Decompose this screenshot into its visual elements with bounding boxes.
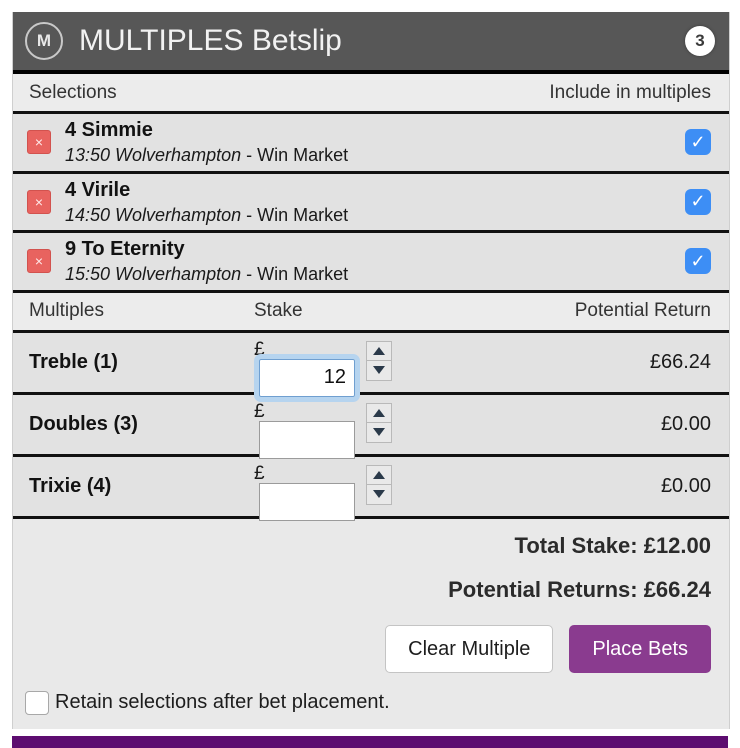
selection-details: 4 Virile 14:50 Wolverhampton - Win Marke… <box>65 178 685 227</box>
stake-input-wrapper[interactable] <box>259 420 355 459</box>
screen: M MULTIPLES Betslip 3 Selections Include… <box>0 0 740 748</box>
remove-selection-icon[interactable]: × <box>27 189 51 214</box>
selection-name: 9 To Eternity <box>65 238 185 260</box>
multiples-column-header: Multiples Stake Potential Return <box>13 292 729 333</box>
stepper-down-icon[interactable] <box>366 484 392 505</box>
betslip-panel: M MULTIPLES Betslip 3 Selections Include… <box>12 12 730 729</box>
selection-market: Win Market <box>257 264 349 284</box>
stepper-up-icon[interactable] <box>366 340 392 361</box>
selection-market: Win Market <box>257 145 349 165</box>
stake-stepper[interactable] <box>366 402 392 443</box>
stake-cell: £ <box>254 333 541 402</box>
potential-return-label: Potential Return <box>574 300 711 321</box>
selection-name: 4 Simmie <box>65 119 153 141</box>
place-bets-button[interactable]: Place Bets <box>569 624 711 673</box>
retain-selections-row: Retain selections after bet placement. <box>13 690 729 729</box>
selections-column-header: Selections Include in multiples <box>13 74 729 114</box>
stake-input-wrapper[interactable] <box>254 353 360 402</box>
selection-details: 9 To Eternity 15:50 Wolverhampton - Win … <box>65 237 685 286</box>
stepper-down-icon[interactable] <box>366 360 392 381</box>
selection-details: 4 Simmie 13:50 Wolverhampton - Win Marke… <box>65 118 685 167</box>
multiples-label: Multiples <box>29 300 104 321</box>
table-row: × 9 To Eternity 15:50 Wolverhampton - Wi… <box>13 233 729 293</box>
remove-selection-icon[interactable]: × <box>27 130 51 155</box>
currency-symbol: £ <box>254 462 265 484</box>
stake-input[interactable] <box>260 359 354 396</box>
stake-input-wrapper[interactable] <box>259 482 355 521</box>
selection-meta: 13:50 Wolverhampton - Win Market <box>65 144 685 167</box>
currency-symbol: £ <box>254 400 265 422</box>
stake-stepper[interactable] <box>366 464 392 505</box>
stepper-up-icon[interactable] <box>366 464 392 485</box>
selection-event: 15:50 Wolverhampton <box>65 264 242 284</box>
potential-returns: Potential Returns: £66.24 <box>448 576 711 602</box>
selections-label: Selections <box>29 81 117 103</box>
stake-label: Stake <box>254 300 303 321</box>
multiple-name: Doubles (3) <box>29 412 138 435</box>
multiples-logo-icon: M <box>25 22 63 60</box>
stake-cell: £ <box>254 395 541 459</box>
selection-separator: - <box>241 264 258 284</box>
table-row: Doubles (3) £ £0.00 <box>13 394 729 459</box>
betslip-header: M MULTIPLES Betslip 3 <box>13 12 729 74</box>
page-title: MULTIPLES Betslip <box>79 24 342 57</box>
selection-count-badge: 3 <box>685 26 715 56</box>
table-row: × 4 Virile 14:50 Wolverhampton - Win Mar… <box>13 173 729 233</box>
selection-market: Win Market <box>257 204 349 225</box>
selection-meta: 15:50 Wolverhampton - Win Market <box>65 263 685 286</box>
stake-cell: £ <box>254 457 541 521</box>
include-in-multiples-label: Include in multiples <box>549 81 711 103</box>
potential-return-value: £0.00 <box>660 412 711 435</box>
selection-event: 14:50 Wolverhampton <box>65 204 242 225</box>
bottom-accent-strip <box>12 736 728 748</box>
totals-section: Total Stake: £12.00 Potential Returns: £… <box>13 518 729 625</box>
selection-meta: 14:50 Wolverhampton - Win Market <box>65 204 685 227</box>
selection-name: 4 Virile <box>65 178 131 201</box>
stepper-up-icon[interactable] <box>366 402 392 423</box>
potential-return-value: £66.24 <box>649 350 711 373</box>
clear-multiple-button[interactable]: Clear Multiple <box>385 624 554 673</box>
selection-separator: - <box>241 145 258 165</box>
remove-selection-icon[interactable]: × <box>27 249 51 274</box>
potential-return-value: £0.00 <box>660 474 711 497</box>
include-checkbox[interactable]: ✓ <box>685 188 711 215</box>
multiple-name: Treble (1) <box>29 350 118 373</box>
stake-stepper[interactable] <box>366 340 392 381</box>
table-row: Trixie (4) £ £0.00 <box>13 456 729 521</box>
table-row: × 4 Simmie 13:50 Wolverhampton - Win Mar… <box>13 114 729 174</box>
selection-event: 13:50 Wolverhampton <box>65 145 242 165</box>
action-bar: Clear Multiple Place Bets <box>13 624 729 691</box>
retain-selections-checkbox[interactable] <box>25 690 49 715</box>
stake-input[interactable] <box>260 421 354 458</box>
include-checkbox[interactable]: ✓ <box>685 129 711 156</box>
currency-symbol: £ <box>254 338 265 360</box>
stepper-down-icon[interactable] <box>366 422 392 443</box>
multiple-name: Trixie (4) <box>29 474 112 497</box>
retain-selections-label: Retain selections after bet placement. <box>55 691 390 713</box>
include-checkbox[interactable]: ✓ <box>685 248 711 275</box>
stake-input[interactable] <box>260 483 354 520</box>
total-stake: Total Stake: £12.00 <box>514 532 711 558</box>
selection-separator: - <box>241 204 258 225</box>
table-row: Treble (1) £ £66.24 <box>13 332 729 402</box>
